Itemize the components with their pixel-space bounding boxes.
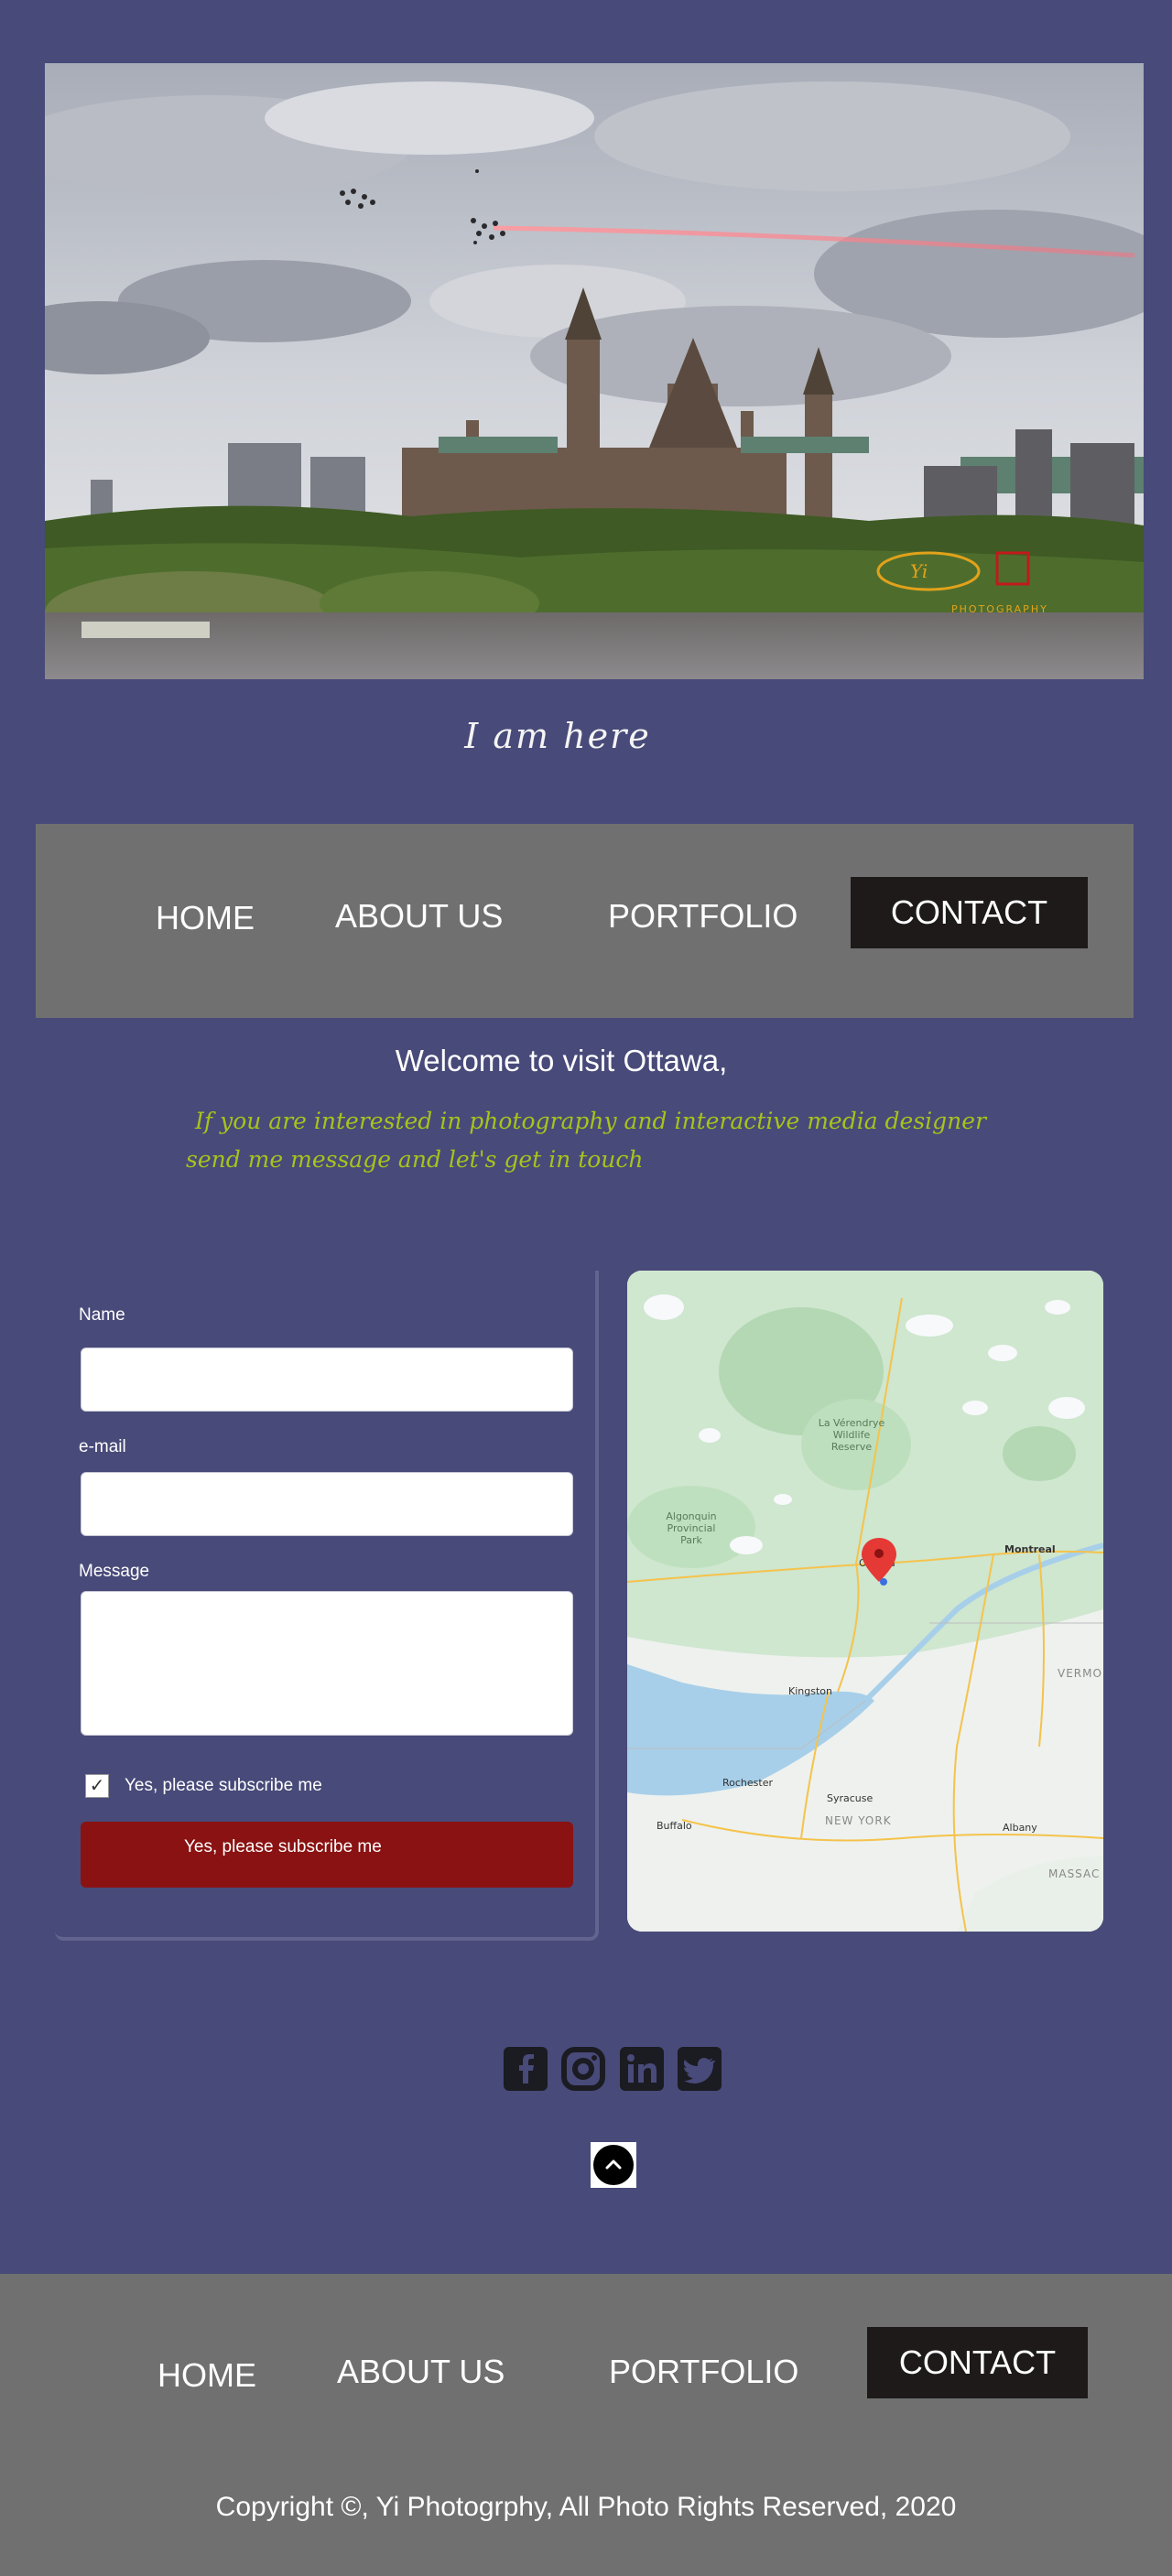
nav-home-link[interactable]: HOME	[156, 899, 255, 937]
message-label: Message	[79, 1562, 150, 1581]
svg-text:Montreal: Montreal	[1004, 1543, 1056, 1555]
name-label: Name	[79, 1305, 125, 1325]
svg-text:Albany: Albany	[1003, 1822, 1037, 1834]
welcome-heading: Welcome to visit Ottawa,	[395, 1044, 728, 1077]
email-label: e-mail	[79, 1437, 126, 1456]
footer-contact-link[interactable]: CONTACT	[867, 2327, 1088, 2398]
message-textarea[interactable]	[81, 1591, 573, 1736]
svg-text:MASSAC: MASSAC	[1048, 1867, 1100, 1880]
svg-text:Provincial: Provincial	[667, 1522, 716, 1534]
nav-portfolio-link[interactable]: PORTFOLIO	[608, 897, 798, 936]
submit-button-label: Yes, please subscribe me	[184, 1837, 382, 1856]
svg-text:PHOTOGRAPHY: PHOTOGRAPHY	[951, 603, 1048, 615]
subscribe-checkbox-label: Yes, please subscribe me	[125, 1776, 322, 1795]
footer-about-us-link[interactable]: ABOUT US	[337, 2353, 505, 2391]
submit-button[interactable]: Yes, please subscribe me	[81, 1822, 573, 1888]
twitter-icon[interactable]	[678, 2047, 722, 2091]
main-navigation: HOME ABOUT US PORTFOLIO CONTACT	[36, 824, 1134, 1018]
svg-text:Yi: Yi	[910, 560, 928, 582]
copyright-text: Copyright ©, Yi Photogrphy, All Photo Ri…	[215, 2492, 957, 2522]
svg-text:Buffalo: Buffalo	[657, 1820, 692, 1832]
checkmark-icon: ✓	[89, 1776, 105, 1796]
footer-portfolio-link[interactable]: PORTFOLIO	[609, 2353, 798, 2391]
svg-text:Algonquin: Algonquin	[666, 1510, 716, 1522]
email-input[interactable]	[81, 1472, 573, 1536]
svg-text:Kingston: Kingston	[788, 1685, 832, 1697]
svg-text:Park: Park	[680, 1534, 702, 1546]
chevron-up-icon	[593, 2145, 634, 2185]
linkedin-icon[interactable]	[620, 2047, 664, 2091]
location-map[interactable]: La Vérendrye Wildlife Reserve Algonquin …	[627, 1271, 1103, 1932]
svg-text:La Vérendrye: La Vérendrye	[819, 1417, 885, 1429]
svg-text:Reserve: Reserve	[831, 1441, 872, 1453]
svg-text:VERMO: VERMO	[1058, 1667, 1102, 1680]
contact-form: Name e-mail Message ✓ Yes, please subscr…	[55, 1271, 599, 1941]
facebook-icon[interactable]	[504, 2047, 548, 2091]
instagram-icon[interactable]	[561, 2047, 605, 2091]
nav-contact-link[interactable]: CONTACT	[851, 877, 1088, 948]
subscribe-checkbox[interactable]: ✓	[85, 1774, 109, 1798]
intro-line-2: send me message and let's get in touch	[186, 1146, 644, 1173]
svg-text:Wildlife: Wildlife	[833, 1429, 871, 1441]
footer: HOME ABOUT US PORTFOLIO CONTACT	[0, 2274, 1172, 2576]
svg-text:NEW YORK: NEW YORK	[825, 1814, 892, 1827]
svg-text:Rochester: Rochester	[722, 1777, 773, 1789]
footer-home-link[interactable]: HOME	[157, 2356, 256, 2395]
nav-about-us-link[interactable]: ABOUT US	[335, 897, 503, 936]
hero-image: Yi PHOTOGRAPHY	[45, 63, 1144, 679]
svg-text:Syracuse: Syracuse	[827, 1792, 874, 1804]
intro-line-1: If you are interested in photography and…	[195, 1108, 987, 1134]
back-to-top-button[interactable]	[591, 2142, 636, 2188]
name-input[interactable]	[81, 1348, 573, 1412]
hero-tagline: I am here	[464, 716, 651, 756]
